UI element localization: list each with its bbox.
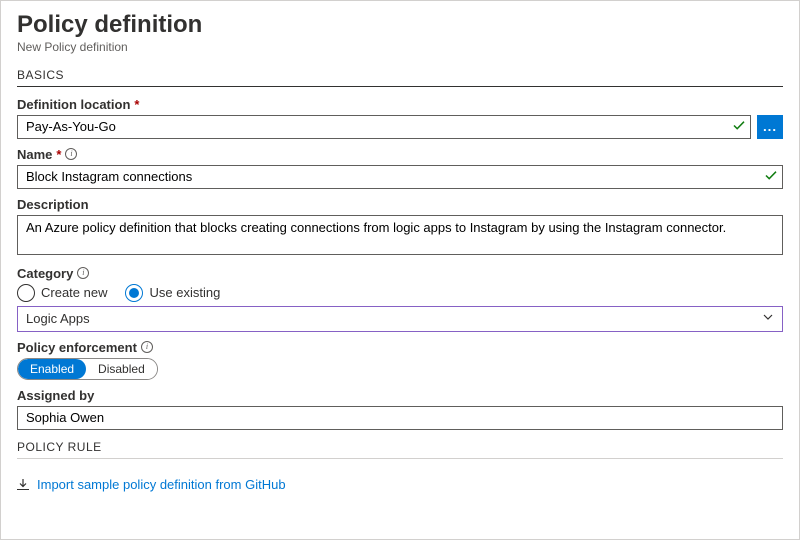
category-select[interactable]: Logic Apps bbox=[17, 306, 783, 332]
name-label: Name * i bbox=[17, 147, 783, 162]
radio-icon bbox=[17, 284, 35, 302]
category-select-value: Logic Apps bbox=[26, 311, 90, 326]
assigned-by-input[interactable] bbox=[17, 406, 783, 430]
import-sample-link[interactable]: Import sample policy definition from Git… bbox=[17, 477, 286, 492]
description-textarea[interactable]: An Azure policy definition that blocks c… bbox=[17, 215, 783, 255]
ellipsis-icon: ... bbox=[763, 119, 777, 134]
field-description: Description An Azure policy definition t… bbox=[17, 197, 783, 258]
policy-enforcement-label: Policy enforcement i bbox=[17, 340, 783, 355]
radio-create-new[interactable]: Create new bbox=[17, 284, 107, 302]
field-category: Category i Create new Use existing Logic… bbox=[17, 266, 783, 332]
policy-enforcement-toggle: Enabled Disabled bbox=[17, 358, 158, 380]
field-policy-enforcement: Policy enforcement i Enabled Disabled bbox=[17, 340, 783, 380]
section-basics: BASICS bbox=[17, 68, 783, 87]
field-definition-location: Definition location * ... bbox=[17, 97, 783, 139]
info-icon[interactable]: i bbox=[65, 148, 77, 160]
section-policy-rule: POLICY RULE bbox=[17, 440, 783, 459]
toggle-disabled[interactable]: Disabled bbox=[86, 359, 157, 379]
radio-use-existing[interactable]: Use existing bbox=[125, 284, 220, 302]
info-icon[interactable]: i bbox=[141, 341, 153, 353]
download-icon bbox=[17, 479, 29, 490]
browse-location-button[interactable]: ... bbox=[757, 115, 783, 139]
name-input[interactable] bbox=[17, 165, 783, 189]
page-subtitle: New Policy definition bbox=[17, 40, 783, 54]
assigned-by-label: Assigned by bbox=[17, 388, 783, 403]
field-name: Name * i bbox=[17, 147, 783, 189]
definition-location-label: Definition location * bbox=[17, 97, 783, 112]
required-asterisk: * bbox=[134, 97, 139, 112]
field-assigned-by: Assigned by bbox=[17, 388, 783, 430]
policy-definition-panel: Policy definition New Policy definition … bbox=[0, 0, 800, 540]
page-title: Policy definition bbox=[17, 11, 783, 40]
info-icon[interactable]: i bbox=[77, 267, 89, 279]
definition-location-input[interactable] bbox=[17, 115, 751, 139]
category-label: Category i bbox=[17, 266, 783, 281]
description-label: Description bbox=[17, 197, 783, 212]
toggle-enabled[interactable]: Enabled bbox=[18, 359, 86, 379]
chevron-down-icon bbox=[762, 311, 774, 326]
required-asterisk: * bbox=[56, 147, 61, 162]
radio-icon bbox=[125, 284, 143, 302]
